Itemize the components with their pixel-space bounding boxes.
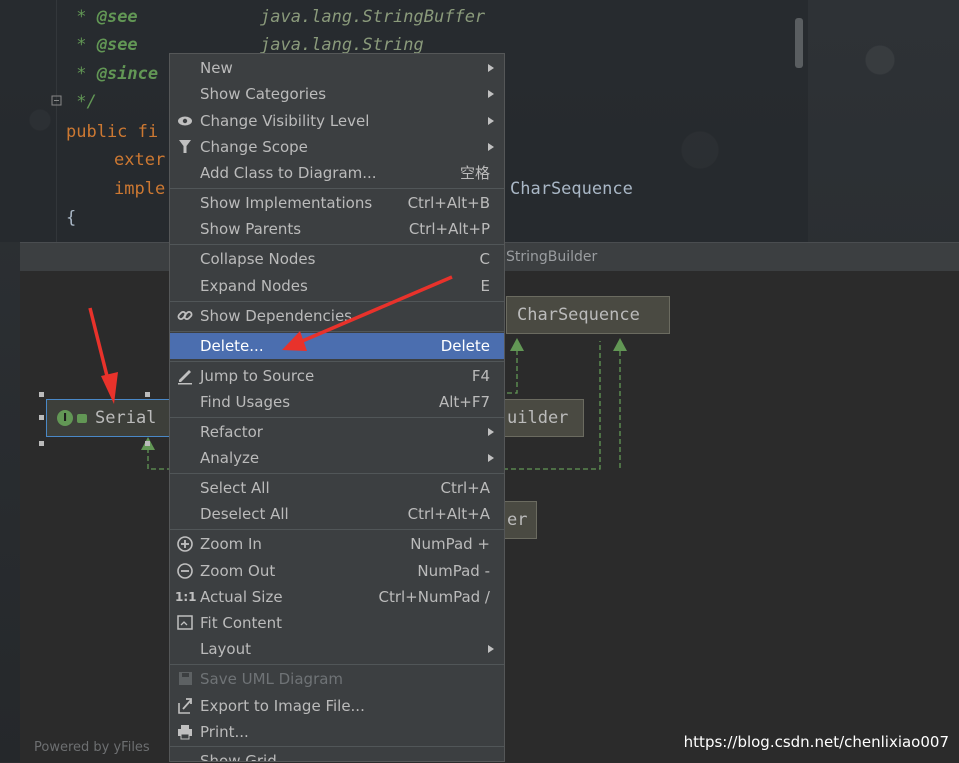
code-line: public fi <box>66 122 159 142</box>
submenu-arrow-icon <box>488 428 494 436</box>
edit-icon <box>175 363 195 389</box>
node-stringbuilder[interactable]: er <box>504 501 537 539</box>
menu-item-add-class[interactable]: Add Class to Diagram... 空格 <box>170 160 504 186</box>
code-line: * @since <box>66 64 159 84</box>
lock-icon <box>77 413 87 423</box>
menu-item-zoom-out[interactable]: Zoom Out NumPad - <box>170 558 504 584</box>
menu-item-export-image[interactable]: Export to Image File... <box>170 693 504 719</box>
menu-separator <box>170 473 504 474</box>
print-icon <box>175 719 195 745</box>
menu-separator <box>170 301 504 302</box>
submenu-arrow-icon <box>488 64 494 72</box>
menu-separator <box>170 417 504 418</box>
submenu-arrow-icon <box>488 117 494 125</box>
selection-handle[interactable] <box>145 441 150 446</box>
menu-separator <box>170 529 504 530</box>
menu-item-deselect-all[interactable]: Deselect All Ctrl+Alt+A <box>170 501 504 527</box>
menu-item-print[interactable]: Print... <box>170 719 504 745</box>
code-line: * @see java.lang.StringBuffer <box>66 7 486 27</box>
submenu-arrow-icon <box>488 454 494 462</box>
menu-item-show-categories[interactable]: Show Categories <box>170 81 504 107</box>
menu-separator <box>170 331 504 332</box>
menu-item-fit-content[interactable]: Fit Content <box>170 610 504 636</box>
node-charsequence[interactable]: CharSequence <box>506 296 670 334</box>
code-line: exter <box>114 150 166 170</box>
menu-item-zoom-in[interactable]: Zoom In NumPad + <box>170 531 504 557</box>
code-line: imple CharSequence <box>114 179 633 199</box>
submenu-arrow-icon <box>488 143 494 151</box>
menu-item-collapse-nodes[interactable]: Collapse Nodes C <box>170 246 504 272</box>
fit-content-icon <box>175 610 195 636</box>
selection-handle[interactable] <box>39 441 44 446</box>
interface-badge-icon: I <box>57 410 73 426</box>
selection-handle[interactable] <box>39 415 44 420</box>
menu-item-show-parents[interactable]: Show Parents Ctrl+Alt+P <box>170 216 504 242</box>
node-abstractstringbuilder[interactable]: uilder <box>504 399 584 437</box>
menu-item-new[interactable]: New <box>170 55 504 81</box>
menu-item-delete[interactable]: Delete... Delete <box>170 333 504 359</box>
menu-separator <box>170 746 504 747</box>
editor-scrollbar[interactable] <box>795 18 803 68</box>
menu-item-select-all[interactable]: Select All Ctrl+A <box>170 475 504 501</box>
menu-item-save-uml-diagram: Save UML Diagram <box>170 666 504 692</box>
menu-item-change-scope[interactable]: Change Scope <box>170 134 504 160</box>
menu-separator <box>170 244 504 245</box>
menu-separator <box>170 664 504 665</box>
powered-by-label: Powered by yFiles <box>34 740 150 755</box>
filter-icon <box>175 134 195 160</box>
zoom-out-icon <box>175 558 195 584</box>
menu-item-jump-to-source[interactable]: Jump to Source F4 <box>170 363 504 389</box>
code-line: { <box>66 208 77 228</box>
context-menu[interactable]: New Show Categories Change Visibility Le… <box>169 53 505 762</box>
menu-item-show-dependencies[interactable]: Show Dependencies <box>170 303 504 329</box>
link-icon <box>175 303 195 329</box>
menu-item-show-implementations[interactable]: Show Implementations Ctrl+Alt+B <box>170 190 504 216</box>
submenu-arrow-icon <box>488 90 494 98</box>
menu-item-show-grid[interactable]: Show Grid <box>170 748 504 761</box>
actual-size-icon: 1:1 <box>175 590 197 604</box>
selection-handle[interactable] <box>39 392 44 397</box>
fold-icon[interactable] <box>50 94 64 108</box>
menu-item-change-visibility-level[interactable]: Change Visibility Level <box>170 108 504 134</box>
save-icon <box>175 666 195 692</box>
code-line: * @see java.lang.String <box>66 35 424 55</box>
zoom-in-icon <box>175 531 195 557</box>
selection-handle[interactable] <box>145 392 150 397</box>
watermark: https://blog.csdn.net/chenlixiao007 <box>683 733 949 751</box>
menu-separator <box>170 361 504 362</box>
menu-item-refactor[interactable]: Refactor <box>170 419 504 445</box>
export-icon <box>175 693 195 719</box>
menu-item-find-usages[interactable]: Find Usages Alt+F7 <box>170 389 504 415</box>
submenu-arrow-icon <box>488 645 494 653</box>
code-line: */ <box>66 92 97 112</box>
menu-item-analyze[interactable]: Analyze <box>170 445 504 471</box>
node-serializable[interactable]: I Serial <box>46 399 186 437</box>
eye-icon <box>175 108 195 134</box>
gutter <box>56 0 57 242</box>
menu-item-layout[interactable]: Layout <box>170 636 504 662</box>
menu-separator <box>170 188 504 189</box>
menu-item-actual-size[interactable]: 1:1 Actual Size Ctrl+NumPad / <box>170 584 504 610</box>
menu-item-expand-nodes[interactable]: Expand Nodes E <box>170 273 504 299</box>
